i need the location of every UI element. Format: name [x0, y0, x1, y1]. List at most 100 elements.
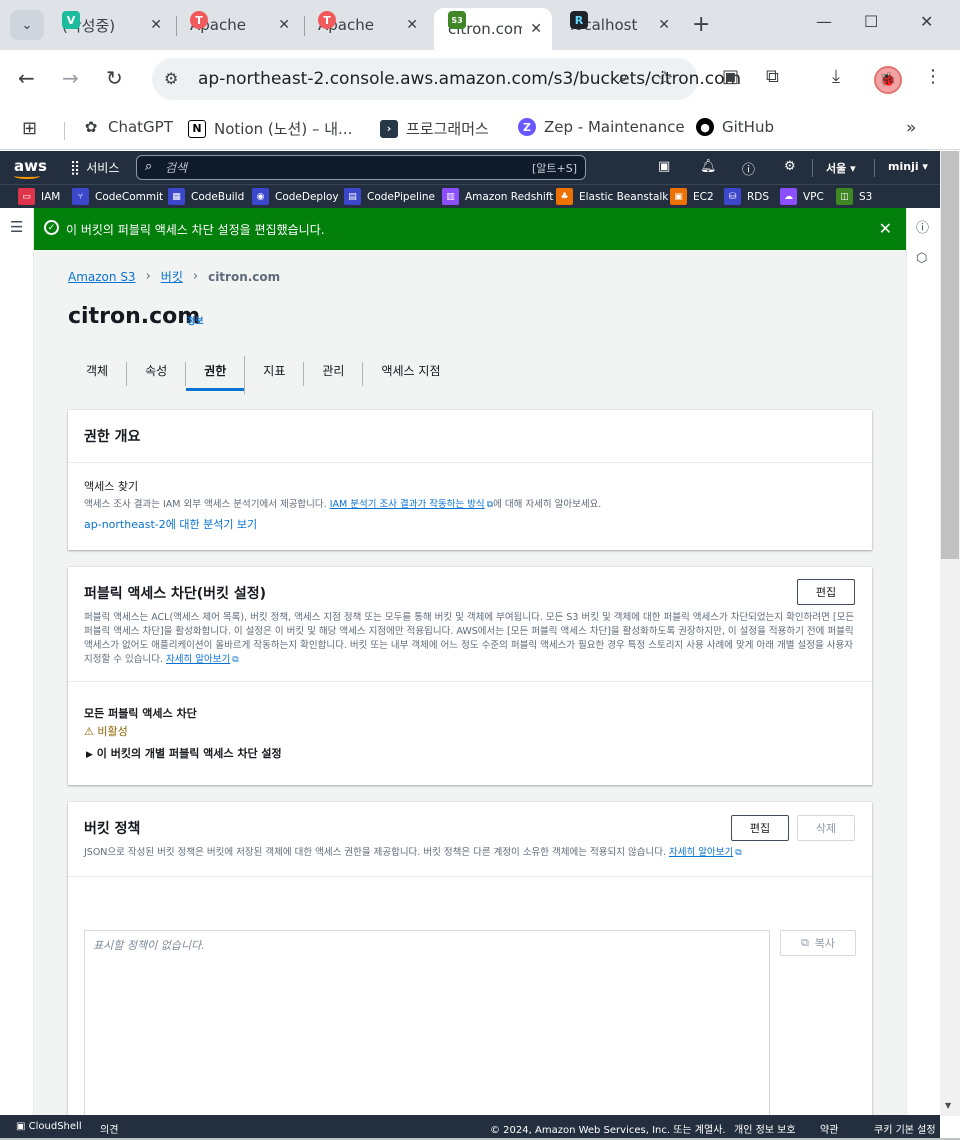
delete-policy-button[interactable]: 삭제 — [797, 815, 855, 841]
close-tab-icon[interactable]: ✕ — [278, 17, 290, 33]
breadcrumb-amazon-s3[interactable]: Amazon S3 — [68, 270, 136, 284]
status-text: 비활성 — [97, 725, 128, 738]
browser-tab-2[interactable]: T Apache ✕ — [176, 8, 300, 42]
close-tab-icon[interactable]: ✕ — [150, 17, 162, 33]
new-tab-button[interactable]: + — [692, 12, 710, 37]
aws-logo[interactable]: aws — [14, 157, 47, 179]
extensions-icon[interactable]: ⧉ — [766, 66, 779, 87]
learn-more-link[interactable]: 자세히 알아보기 — [166, 654, 230, 665]
iam-analyzer-link[interactable]: IAM 분석기 조사 결과가 작동하는 방식 — [330, 499, 485, 510]
individual-settings-expander[interactable]: ▶ 이 버킷의 개별 퍼블릭 액세스 차단 설정 — [86, 745, 282, 761]
info-link[interactable]: 정보 — [187, 314, 204, 327]
menu-kebab-icon[interactable]: ⋮ — [924, 66, 942, 87]
browser-tab-1[interactable]: V (작성중) ✕ — [48, 8, 172, 42]
favorite-label: CodeDeploy — [275, 190, 339, 203]
info-panel-icon[interactable]: ⓘ — [916, 217, 929, 236]
favorite-redshift[interactable]: ▥ Amazon Redshift — [442, 188, 553, 205]
aws-search[interactable]: ⌕ [알트+S] — [136, 155, 586, 180]
feedback-link[interactable]: 의견 — [100, 1121, 118, 1136]
bookmark-programmers[interactable]: › 프로그래머스 — [380, 118, 489, 139]
services-label: 서비스 — [86, 161, 120, 175]
site-info-icon[interactable]: ⚙ — [164, 69, 178, 88]
scrollbar-thumb[interactable] — [941, 151, 959, 559]
cookie-preferences-link[interactable]: 쿠키 기본 설정 — [874, 1121, 936, 1136]
more-bookmarks-icon[interactable]: » — [906, 118, 916, 138]
help-icon[interactable]: ⓘ — [742, 159, 755, 178]
hamburger-menu-icon[interactable]: ☰ — [10, 218, 23, 236]
chevron-down-icon: ⌄ — [21, 17, 33, 33]
edit-policy-button[interactable]: 편집 — [731, 815, 789, 841]
cloudshell-footer-link[interactable]: ▣ CloudShell — [16, 1121, 82, 1132]
aws-search-input[interactable] — [165, 159, 545, 177]
bookmark-star-icon[interactable]: ☆ — [656, 66, 674, 90]
notifications-bell-icon[interactable]: 🔔︎ — [700, 159, 717, 174]
edit-public-access-button[interactable]: 편집 — [797, 579, 855, 605]
bookmark-github[interactable]: ● GitHub — [696, 118, 774, 136]
dismiss-flash-icon[interactable]: ✕ — [879, 219, 892, 238]
favorite-elastic-beanstalk[interactable]: ♣ Elastic Beanstalk — [556, 188, 668, 205]
browser-tab-3[interactable]: T Apache ✕ — [304, 8, 428, 42]
tab-management[interactable]: 관리 — [304, 362, 364, 386]
copy-policy-button[interactable]: ⧉ 복사 — [780, 930, 856, 956]
forward-icon[interactable]: → — [62, 66, 79, 90]
page-scrollbar[interactable]: ▲ ▼ — [940, 151, 960, 1116]
download-icon[interactable]: ⤓ — [832, 66, 840, 87]
back-icon[interactable]: ← — [18, 66, 35, 90]
feedback-panel-icon[interactable]: ⬡ — [916, 251, 927, 266]
favorite-ec2[interactable]: ▣ EC2 — [670, 188, 714, 205]
breadcrumb-buckets[interactable]: 버킷 — [161, 268, 183, 285]
block-all-status: ⚠ 비활성 — [84, 723, 128, 739]
services-menu[interactable]: ⣿ 서비스 — [70, 159, 119, 176]
favorite-codebuild[interactable]: ▦ CodeBuild — [168, 188, 244, 205]
cloudshell-icon[interactable]: ▣ — [658, 159, 670, 174]
minimize-button[interactable]: — — [816, 12, 832, 31]
privacy-link[interactable]: 개인 정보 보호 — [734, 1121, 796, 1136]
close-tab-icon[interactable]: ✕ — [658, 17, 670, 33]
bookmark-chatgpt[interactable]: ✿ ChatGPT — [82, 118, 173, 136]
maximize-button[interactable]: ☐ — [864, 12, 878, 31]
favorite-s3[interactable]: ◫ S3 — [836, 188, 872, 205]
region-selector[interactable]: 서울 ▾ — [826, 160, 856, 176]
tab-properties[interactable]: 속성 — [127, 362, 187, 386]
apps-grid-icon[interactable]: ⊞ — [22, 118, 37, 139]
tab-access-points[interactable]: 액세스 지점 — [363, 356, 458, 394]
scroll-down-icon[interactable]: ▼ — [945, 1101, 951, 1110]
tab-metrics[interactable]: 지표 — [245, 362, 305, 386]
warning-icon: ⚠ — [84, 725, 94, 738]
favorite-rds[interactable]: ⛁ RDS — [724, 188, 769, 205]
favorite-iam[interactable]: ▭ IAM — [18, 188, 60, 205]
view-analyzer-link[interactable]: ap-northeast-2에 대한 분석기 보기 — [84, 516, 257, 532]
breadcrumb-current: citron.com — [208, 269, 281, 284]
address-bar[interactable]: ⚙ ap-northeast-2.console.aws.amazon.com/… — [152, 58, 741, 100]
notion-icon: N — [188, 119, 206, 138]
browser-tab-active[interactable]: S3 citron.com ✕ — [434, 8, 552, 50]
close-window-button[interactable]: ✕ — [920, 12, 933, 31]
browser-toolbar: ← → ↻ ⚙ ap-northeast-2.console.aws.amazo… — [0, 50, 960, 110]
settings-gear-icon[interactable]: ⚙ — [784, 159, 796, 174]
terms-link[interactable]: 약관 — [820, 1121, 838, 1136]
account-menu[interactable]: minji ▾ — [888, 160, 928, 173]
favorite-codedeploy[interactable]: ◉ CodeDeploy — [252, 188, 339, 205]
tab-label: 지표 — [263, 364, 286, 378]
favorite-codecommit[interactable]: ⑂ CodeCommit — [72, 188, 163, 205]
close-tab-icon[interactable]: ✕ — [406, 17, 418, 33]
profile-avatar[interactable]: 🐞 — [874, 66, 902, 94]
favorite-vpc[interactable]: ☁ VPC — [780, 188, 824, 205]
policy-learn-more-link[interactable]: 자세히 알아보기 — [669, 847, 733, 858]
browser-tab-5[interactable]: R localhost ✕ — [556, 8, 680, 42]
close-tab-icon[interactable]: ✕ — [530, 21, 542, 37]
codebuild-icon: ▦ — [168, 188, 185, 205]
tab-objects[interactable]: 객체 — [68, 362, 128, 386]
policy-editor[interactable]: 표시할 정책이 없습니다. — [84, 930, 770, 1116]
reload-icon[interactable]: ↻ — [106, 66, 123, 90]
favorite-codepipeline[interactable]: ▤ CodePipeline — [344, 188, 435, 205]
velog-icon: V — [62, 11, 80, 29]
notebook-icon[interactable]: ▣ — [722, 66, 739, 87]
bookmark-notion[interactable]: N Notion (노션) – 내... — [188, 118, 352, 139]
bookmark-zep[interactable]: Z Zep - Maintenance — [518, 118, 685, 136]
bookmark-label: 프로그래머스 — [406, 120, 489, 138]
tab-label: 객체 — [86, 364, 109, 378]
tab-permissions[interactable]: 권한 — [186, 356, 246, 394]
tab-search-button[interactable]: ⌄ — [10, 10, 44, 40]
zoom-icon[interactable]: ⌕ — [618, 67, 628, 88]
